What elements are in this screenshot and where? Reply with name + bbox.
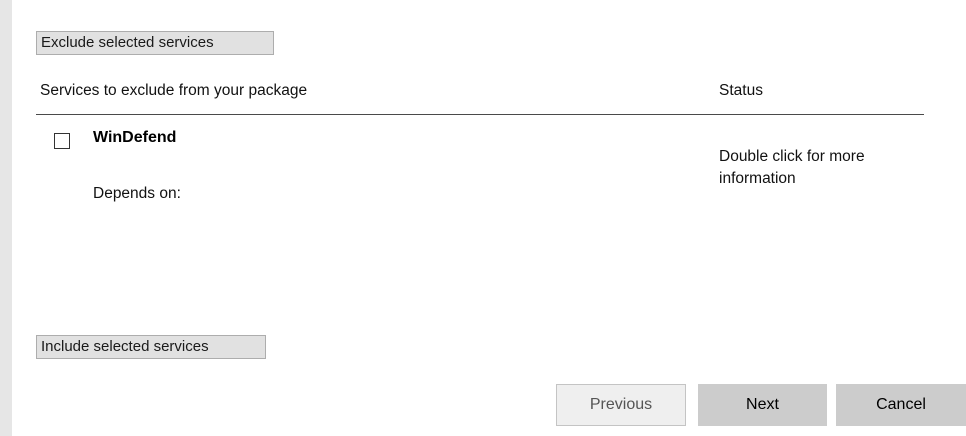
- previous-button[interactable]: Previous: [556, 384, 686, 426]
- service-checkbox[interactable]: [54, 133, 70, 149]
- service-name: WinDefend: [93, 129, 177, 146]
- left-rail: [0, 0, 12, 436]
- depends-on-label: Depends on:: [93, 185, 181, 202]
- cancel-button[interactable]: Cancel: [836, 384, 966, 426]
- exclude-selected-services-button[interactable]: Exclude selected services: [36, 31, 274, 55]
- header-divider: [36, 114, 924, 115]
- column-header-services: Services to exclude from your package: [40, 82, 308, 99]
- column-header-status: Status: [719, 82, 763, 99]
- include-selected-services-button[interactable]: Include selected services: [36, 335, 266, 359]
- service-status: Double click for more information: [719, 148, 865, 187]
- next-button[interactable]: Next: [698, 384, 827, 426]
